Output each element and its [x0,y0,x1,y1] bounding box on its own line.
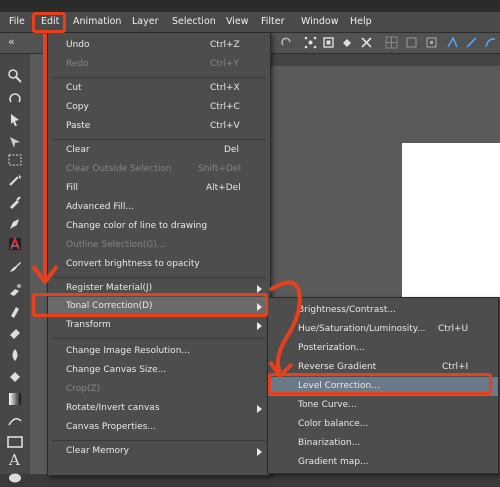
menu-help[interactable]: Help [350,12,372,32]
fill-icon[interactable] [341,36,354,49]
menu-layer[interactable]: Layer [132,12,159,32]
menu-item-change-resolution[interactable]: Change Image Resolution... [48,342,270,361]
menu-item-copy[interactable]: Copy Ctrl+C [48,98,270,117]
curve-icon[interactable] [484,36,497,49]
menu-filter[interactable]: Filter [261,12,285,32]
menu-item-posterization[interactable]: Posterization... [268,339,498,358]
menu-item-outline-selection[interactable]: Outline Selection(G)... [48,236,270,255]
pen-icon[interactable] [446,36,459,49]
transform-icon[interactable] [304,36,317,49]
menu-item-transform[interactable]: Transform [48,316,270,335]
line-icon[interactable] [465,36,478,49]
menu-item-clear-memory[interactable]: Clear Memory [48,442,270,461]
snap-icon[interactable] [405,36,418,49]
edit-highlight-box [32,12,66,33]
redo-icon[interactable] [280,36,293,49]
menu-item-tone-curve[interactable]: Tone Curve... [268,396,498,415]
menu-item-hue-saturation[interactable]: Hue/Saturation/Luminosity... Ctrl+U [268,320,498,339]
tool-palette: A [0,54,31,483]
submenu-arrow-icon [257,322,262,330]
menu-animation[interactable]: Animation [73,12,121,32]
grid-icon[interactable] [385,36,398,49]
separator [52,338,266,339]
operation-icon[interactable] [7,112,23,128]
menu-file[interactable]: File [9,12,25,32]
eraser-icon[interactable] [7,325,23,341]
menu-item-undo[interactable]: Undo Ctrl+Z [48,36,270,55]
airbrush-icon[interactable] [7,281,23,297]
menu-item-change-canvas-size[interactable]: Change Canvas Size... [48,361,270,380]
rotate-icon[interactable] [7,90,23,106]
menu-item-clear[interactable]: Clear Del [48,141,270,160]
canvas[interactable] [402,143,500,297]
brush-icon[interactable] [7,259,23,275]
pencil-icon[interactable] [7,236,23,252]
pen-tool-icon[interactable] [7,216,23,232]
submenu-arrow-icon [257,448,262,456]
menu-item-canvas-properties[interactable]: Canvas Properties... [48,418,270,437]
decoration-icon[interactable] [7,303,23,319]
menu-item-crop[interactable]: Crop(Z) [48,380,270,399]
tonal-correction-highlight-box [32,293,268,317]
menu-item-fill[interactable]: Fill Alt+Del [48,179,270,198]
menu-item-brightness-contrast[interactable]: Brightness/Contrast... [268,301,498,320]
menu-bar: File Edit Animation Layer Selection View… [0,12,500,33]
separator [52,77,266,78]
figure-icon[interactable] [7,413,23,429]
menu-item-paste[interactable]: Paste Ctrl+V [48,117,270,136]
menu-item-clear-outside-selection[interactable]: Clear Outside Selection Shift+Del [48,160,270,179]
marquee-icon[interactable] [7,152,23,168]
menu-item-binarization[interactable]: Binarization... [268,434,498,453]
move-layer-icon[interactable] [7,134,23,150]
menu-window[interactable]: Window [301,12,338,32]
text-tool-icon[interactable]: A [9,451,20,469]
crop-icon[interactable] [360,36,373,49]
menu-item-convert-brightness[interactable]: Convert brightness to opacity [48,255,270,274]
menu-item-gradient-map[interactable]: Gradient map... [268,453,498,472]
zoom-icon[interactable] [7,68,23,84]
frame-border-icon[interactable] [7,434,23,450]
eyedropper-icon[interactable] [7,194,23,210]
menu-item-cut[interactable]: Cut Ctrl+X [48,79,270,98]
title-bar [0,0,500,12]
canvas-ruler [268,54,500,66]
ruler-icon[interactable] [425,36,438,49]
magic-wand-icon[interactable] [7,172,23,188]
menu-item-redo[interactable]: Redo Ctrl+Y [48,55,270,74]
select-icon[interactable] [322,36,335,49]
separator [52,139,266,140]
separator [52,440,266,441]
menu-selection[interactable]: Selection [172,12,216,32]
fill-bucket-icon[interactable] [7,369,23,385]
gradient-icon[interactable] [7,391,23,407]
edit-menu: Undo Ctrl+Z Redo Ctrl+Y Cut Ctrl+X Copy Ctrl… [47,32,271,476]
submenu-arrow-icon [257,405,262,413]
menu-item-change-line-color[interactable]: Change color of line to drawing [48,217,270,236]
menu-item-rotate-invert-canvas[interactable]: Rotate/Invert canvas [48,399,270,418]
separator [52,277,266,278]
menu-item-advanced-fill[interactable]: Advanced Fill... [48,198,270,217]
blend-icon[interactable] [7,347,23,363]
balloon-icon[interactable] [7,471,23,487]
menu-view[interactable]: View [226,12,249,32]
collapse-icon[interactable]: « [8,35,15,48]
level-correction-highlight-box [268,373,492,395]
menu-item-color-balance[interactable]: Color balance... [268,415,498,434]
submenu-arrow-icon [257,285,262,293]
